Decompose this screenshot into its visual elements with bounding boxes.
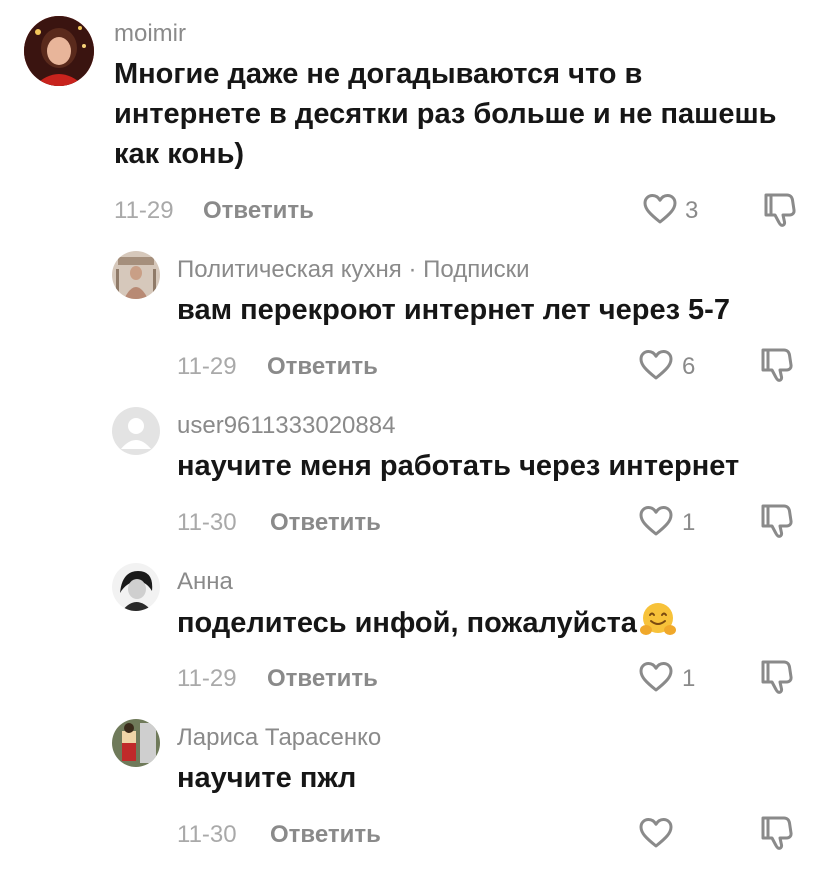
comment-text-line: интернете в десятки раз больше и не паше… [114, 98, 777, 130]
heart-outline-icon[interactable] [638, 349, 674, 381]
avatar[interactable] [24, 16, 94, 86]
comment-date: 11-29 [114, 197, 174, 224]
comment-text-line: научите пжл [177, 762, 357, 794]
reply-button[interactable]: Ответить [203, 197, 314, 225]
like-count: 6 [682, 353, 696, 380]
reply-button[interactable]: Ответить [267, 665, 378, 693]
heart-outline-icon[interactable] [642, 193, 678, 225]
thumbs-down-outline-icon[interactable] [763, 192, 797, 228]
comment-date: 11-29 [177, 665, 237, 692]
avatar[interactable] [112, 407, 160, 455]
comment-text-line: как конь) [114, 138, 245, 170]
comment-username[interactable]: Политическая кухня · Подписки [177, 256, 530, 284]
comment-username[interactable]: Лариса Тарасенко [177, 724, 381, 752]
reply-item: Политическая кухня · Подписки вам перекр… [0, 240, 828, 396]
avatar[interactable] [112, 251, 160, 299]
comment-username[interactable]: moimir [114, 20, 186, 48]
like-count: 1 [682, 665, 696, 692]
comment-text-line: научите меня работать через интернет [177, 450, 740, 482]
thumbs-down-outline-icon[interactable] [760, 503, 794, 539]
reply-button[interactable]: Ответить [270, 821, 381, 849]
heart-outline-icon[interactable] [638, 661, 674, 693]
avatar[interactable] [112, 563, 160, 611]
thumbs-down-outline-icon[interactable] [760, 659, 794, 695]
comment-username[interactable]: user9611333020884 [177, 412, 395, 440]
comment-text-line: Многие даже не догадываются что в [114, 58, 643, 90]
comment-username[interactable]: Анна [177, 568, 233, 596]
comment-text: поделитесь инфой, пожалуйста [177, 607, 637, 639]
comment-text-line: вам перекроют интернет лет через 5-7 [177, 294, 730, 326]
reply-item: Лариса Тарасенко научите пжл 11-30 Ответ… [0, 708, 828, 868]
reply-button[interactable]: Ответить [267, 353, 378, 381]
comment-date: 11-29 [177, 353, 237, 380]
heart-outline-icon[interactable] [638, 817, 674, 849]
like-count: 3 [685, 197, 699, 224]
thumbs-down-outline-icon[interactable] [760, 347, 794, 383]
reply-item: Анна поделитесь инфой, пожалуйста 11-29 … [0, 552, 828, 708]
comment-item: moimir Многие даже не догадываются что в… [0, 0, 828, 240]
reply-button[interactable]: Ответить [270, 509, 381, 537]
like-count: 1 [682, 509, 696, 536]
comment-date: 11-30 [177, 509, 237, 536]
reply-item: user9611333020884 научите меня работать … [0, 396, 828, 552]
comment-text-line: поделитесь инфой, пожалуйста [177, 602, 677, 643]
hugging-face-emoji [639, 603, 676, 635]
avatar[interactable] [112, 719, 160, 767]
thumbs-down-outline-icon[interactable] [760, 815, 794, 851]
heart-outline-icon[interactable] [638, 505, 674, 537]
comment-date: 11-30 [177, 821, 237, 848]
